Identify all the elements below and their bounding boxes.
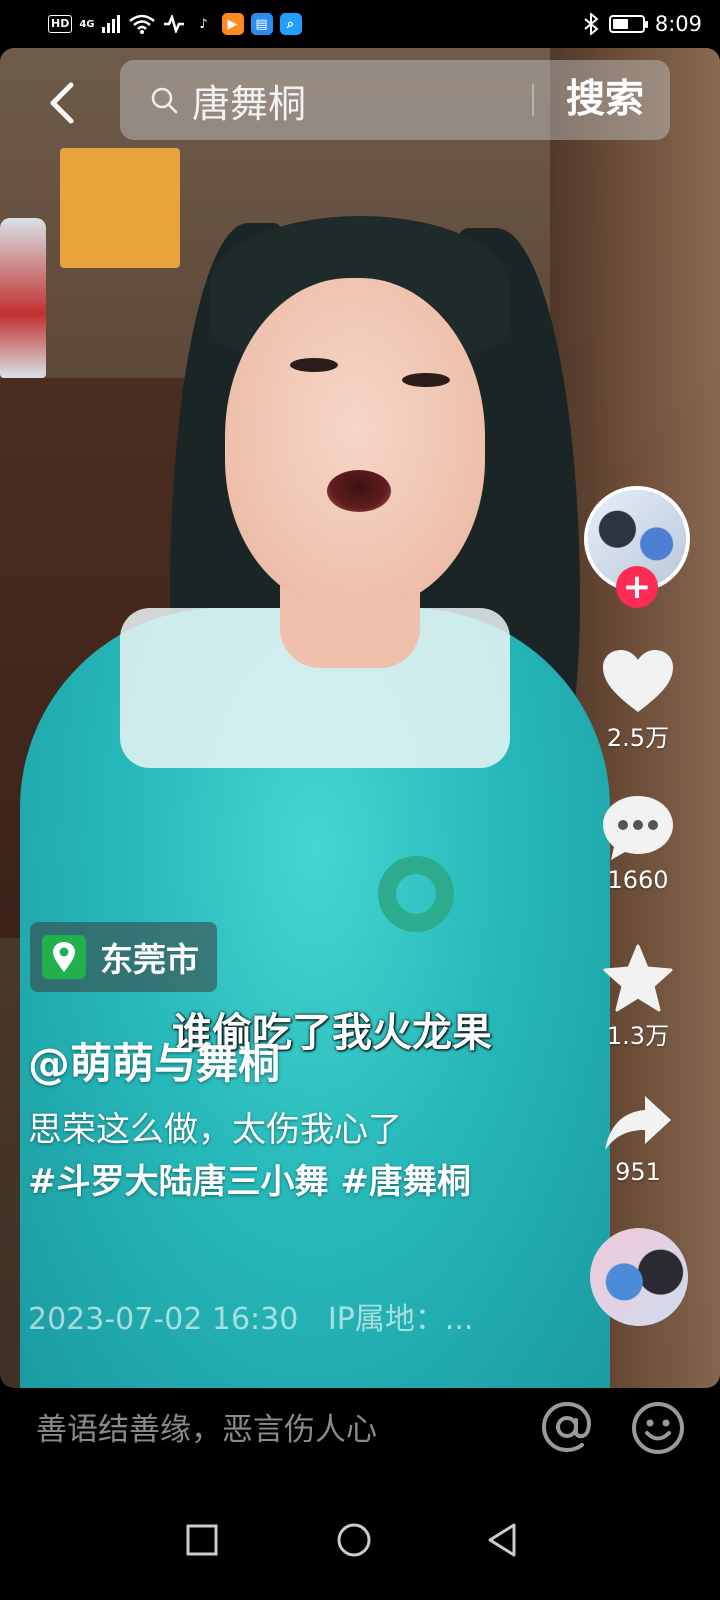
comment-bar: 善语结善缘，恶言伤人心: [0, 1388, 720, 1468]
back-arrow-icon: [50, 82, 74, 124]
back-button[interactable]: [40, 78, 84, 128]
heart-rate-icon: [163, 15, 184, 33]
network-label: 4G: [79, 18, 95, 30]
bluetooth-icon: [584, 13, 599, 35]
status-bar: HD 4G ♪ ▶ ▤ ⌕ 8:09: [0, 0, 720, 48]
orange-app-icon: ▶: [221, 13, 244, 35]
video-eye-right: [402, 373, 450, 387]
status-right: 8:09: [583, 12, 702, 36]
video-mouth: [327, 470, 391, 512]
hd-badge: HD: [48, 15, 73, 33]
back-nav-button[interactable]: [474, 1512, 530, 1568]
location-pin-icon: [42, 935, 86, 979]
comment-input[interactable]: 善语结善缘，恶言伤人心: [36, 1404, 377, 1449]
share-arrow-icon: [605, 1096, 671, 1150]
music-disc[interactable]: [590, 1228, 688, 1326]
video-description: 思荣这么做，太伤我心了 #斗罗大陆唐三小舞 #唐舞桐: [28, 1104, 498, 1208]
battery-fill: [612, 19, 629, 29]
like-count: 2.5万: [606, 724, 670, 752]
share-count: 951: [615, 1158, 661, 1186]
description-text: 思荣这么做，太伤我心了: [28, 1110, 402, 1150]
status-left: HD 4G ♪ ▶ ▤ ⌕: [48, 13, 302, 35]
video-eye-left: [290, 358, 338, 372]
location-label: 东莞市: [100, 940, 199, 979]
home-button[interactable]: [326, 1512, 382, 1568]
author-name[interactable]: @萌萌与舞桐: [28, 1030, 280, 1091]
comment-button[interactable]: 1660: [597, 794, 679, 894]
heart-icon: [603, 650, 673, 712]
wifi-icon: [128, 14, 155, 34]
circle-icon: [337, 1523, 371, 1557]
post-meta: 2023-07-02 16:30 IP属地：...: [28, 1294, 473, 1338]
share-button[interactable]: 951: [597, 1094, 679, 1186]
video-face: [225, 278, 485, 608]
video-background-box: [60, 148, 180, 268]
search-bar[interactable]: 唐舞桐 搜索: [120, 60, 670, 140]
square-icon: [186, 1524, 218, 1556]
mention-at-icon[interactable]: [540, 1400, 594, 1454]
post-date: 2023-07-02 16:30: [28, 1302, 299, 1337]
star-icon: [603, 944, 673, 1012]
battery-icon: [608, 15, 648, 33]
tiktok-app-icon: ♪: [192, 13, 215, 35]
location-tag[interactable]: 东莞市: [30, 922, 217, 992]
favorite-count: 1.3万: [606, 1022, 670, 1050]
signal-icon: [101, 15, 120, 33]
video-background-bottle: [0, 218, 46, 378]
clock: 8:09: [654, 12, 702, 36]
search-icon: [151, 87, 178, 114]
video-pendant: [378, 856, 454, 932]
comment-count: 1660: [607, 866, 669, 894]
comment-icon: [603, 796, 673, 860]
book-app-icon: ▤: [250, 13, 273, 35]
recent-apps-button[interactable]: [174, 1512, 230, 1568]
like-button[interactable]: 2.5万: [597, 648, 679, 753]
search-app-icon: ⌕: [279, 13, 302, 35]
triangle-back-icon: [488, 1523, 516, 1557]
hashtag-links[interactable]: #斗罗大陆唐三小舞 #唐舞桐: [28, 1156, 498, 1208]
search-divider: [532, 84, 534, 116]
emoji-icon[interactable]: [630, 1400, 686, 1456]
search-button[interactable]: 搜索: [566, 60, 644, 140]
search-input[interactable]: 唐舞桐: [192, 73, 306, 128]
follow-button[interactable]: +: [616, 566, 658, 608]
navigation-bar: [0, 1480, 720, 1600]
ip-location: IP属地：...: [327, 1302, 474, 1337]
favorite-button[interactable]: 1.3万: [597, 944, 679, 1051]
